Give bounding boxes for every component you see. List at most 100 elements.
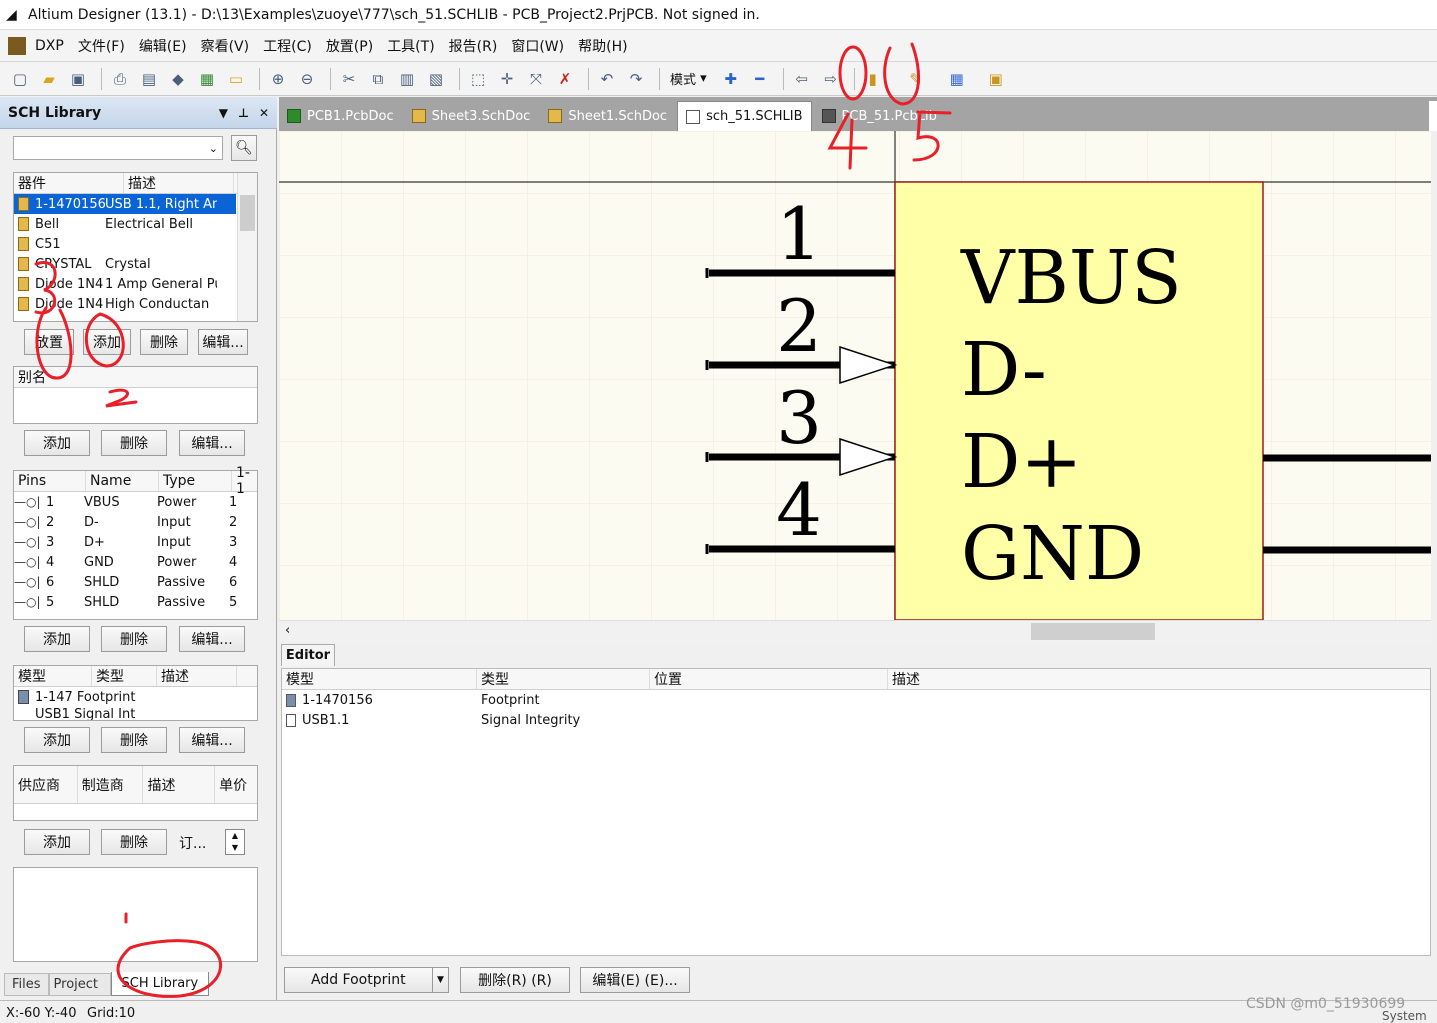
add-footprint-button[interactable]: Add Footprint ▼ [284,967,449,993]
delete-component-button[interactable]: 删除 [140,329,188,355]
copy-icon[interactable]: ⧉ [366,67,390,91]
alias-list[interactable]: 别名 [13,366,258,424]
quantity-stepper[interactable]: ▲ ▼ [225,829,245,855]
filter-combobox[interactable]: ⌄ [13,136,223,160]
col-unit-price[interactable]: 单价 [215,766,257,803]
place-pin-icon[interactable]: ✎ [904,67,928,91]
tab-sheet1-schdoc[interactable]: Sheet1.SchDoc [540,101,675,131]
col-manufacturer[interactable]: 制造商 [78,766,144,803]
cut-icon[interactable]: ✂ [337,67,361,91]
add-model-button[interactable]: 添加 [24,727,90,753]
clear-filter-icon[interactable]: ✗ [553,67,577,91]
menu-window[interactable]: 窗口(W) [504,34,571,58]
menu-help[interactable]: 帮助(H) [571,34,634,58]
col-model-desc[interactable]: 描述 [157,666,237,686]
pins-list[interactable]: Pins Name Type 1-1 —○| 1 VBUS Power 1 —○| 2 D- I… [13,465,258,620]
tab-sheet3-schdoc[interactable]: Sheet3.SchDoc [404,101,539,131]
menu-view[interactable]: 察看(V) [194,34,257,58]
deselect-icon[interactable]: ⤧ [524,67,548,91]
col-part[interactable]: 1-1 [232,465,257,497]
grid-icon[interactable]: ▦ [945,67,969,91]
table-row[interactable]: —○| 4 GND Power 4 [14,552,257,572]
board-icon[interactable]: ▦ [195,67,219,91]
add-component-button[interactable]: 添加 [83,329,131,355]
add-part-icon[interactable]: ✚ [719,67,743,91]
zoom-in-icon[interactable]: ⊕ [266,67,290,91]
table-row[interactable]: —○| 1 VBUS Power 1 [14,492,257,512]
dropdown-arrow-icon[interactable]: ▼ [432,968,448,992]
col-pins[interactable]: Pins [14,471,86,491]
edit-model-editor-button[interactable]: 编辑(E) (E)... [580,967,690,993]
table-row[interactable]: —○| 5 SHLD Passive 5 [14,592,257,612]
models-list[interactable]: 模型 类型 描述 1-147 Footprint USB1 Signal Int [13,665,258,721]
col-description[interactable]: 描述 [124,173,234,193]
list-item[interactable]: Diode 1N4 High Conductan [14,294,236,314]
paste-icon[interactable]: ▥ [395,67,419,91]
menu-dxp[interactable]: DXP [28,36,71,56]
rubber-stamp-icon[interactable]: ▧ [424,67,448,91]
model-grid[interactable]: 模型 类型 位置 描述 1-1470156 Footprint USB1.1 Sign… [281,668,1431,956]
redo-icon[interactable]: ↷ [624,67,648,91]
menu-project[interactable]: 工程(C) [256,34,319,58]
menu-place[interactable]: 放置(P) [319,34,380,58]
menu-reports[interactable]: 报告(R) [442,34,505,58]
select-area-icon[interactable]: ⬚ [466,67,490,91]
delete-model-button[interactable]: 删除 [101,727,167,753]
horizontal-scrollbar[interactable]: ‹ [279,620,1431,642]
col-location[interactable]: 位置 [650,669,888,689]
tab-pcb1-pcbdoc[interactable]: PCB1.PcbDoc [279,101,402,131]
menu-tools[interactable]: 工具(T) [380,34,441,58]
print-icon[interactable]: ⎙ [108,67,132,91]
add-supplier-button[interactable]: 添加 [24,829,90,855]
col-type[interactable]: Type [159,471,232,491]
list-item[interactable]: Bell Electrical Bell [14,214,236,234]
schematic-canvas[interactable]: 1 VBUS 2 D- 3 D+ 4 GND [279,131,1431,620]
col-model[interactable]: 模型 [14,666,92,686]
zoom-out-icon[interactable]: ⊖ [295,67,319,91]
col-model[interactable]: 模型 [282,669,477,689]
edit-component-button[interactable]: 编辑... [198,329,248,355]
editor-tab[interactable]: Editor [281,644,335,666]
col-supplier[interactable]: 供应商 [14,766,78,803]
previous-icon[interactable]: ⇦ [790,67,814,91]
col-component[interactable]: 器件 [14,173,124,193]
place-button[interactable]: 放置 [24,329,74,355]
delete-pin-button[interactable]: 删除 [101,626,167,652]
mode-dropdown[interactable]: 模式 ▾ [666,69,711,88]
col-alias[interactable]: 别名 [14,367,239,387]
tab-projects[interactable]: Project [48,973,111,996]
add-pin-button[interactable]: 添加 [24,626,90,652]
remove-part-icon[interactable]: ━ [748,67,772,91]
list-item[interactable]: Diode 1N4 1 Amp General Pu [14,274,236,294]
menu-edit[interactable]: 编辑(E) [132,34,194,58]
col-type[interactable]: 类型 [477,669,650,689]
new-file-icon[interactable]: ▢ [8,67,32,91]
tab-pcb51-pcblib[interactable]: PCB_51.PcbLib [814,101,945,131]
edit-pin-button[interactable]: 编辑... [179,626,245,652]
folder-icon[interactable]: ▭ [224,67,248,91]
pin-icon[interactable]: ⊥ [238,106,249,120]
scroll-left-icon[interactable]: ‹ [285,623,290,638]
table-row[interactable]: USB1.1 Signal Integrity [282,710,1430,730]
3d-view-icon[interactable]: ◆ [166,67,190,91]
ieee-symbols-icon[interactable]: ▮ [861,67,885,91]
table-row[interactable]: —○| 2 D- Input 2 [14,512,257,532]
order-button[interactable]: 订... [179,833,213,853]
open-folder-icon[interactable]: ▰ [37,67,61,91]
list-item[interactable]: 1-147 Footprint [14,687,257,707]
tab-sch-library[interactable]: SCH Library [110,972,210,996]
menu-file[interactable]: 文件(F) [71,34,132,58]
list-item[interactable]: C51 [14,234,236,254]
col-supplier-desc[interactable]: 描述 [143,766,216,803]
col-name[interactable]: Name [86,471,159,491]
list-item[interactable]: CRYSTAL Crystal [14,254,236,274]
print-preview-icon[interactable]: ▤ [137,67,161,91]
save-icon[interactable]: ▣ [66,67,90,91]
close-icon[interactable]: ✕ [259,106,269,120]
model-manager-icon[interactable]: ▣ [984,67,1008,91]
next-icon[interactable]: ⇨ [819,67,843,91]
delete-alias-button[interactable]: 删除 [101,430,167,456]
delete-model-editor-button[interactable]: 删除(R) (R) [460,967,570,993]
edit-model-button[interactable]: 编辑... [179,727,245,753]
list-item[interactable]: USB1 Signal Int [14,707,257,720]
